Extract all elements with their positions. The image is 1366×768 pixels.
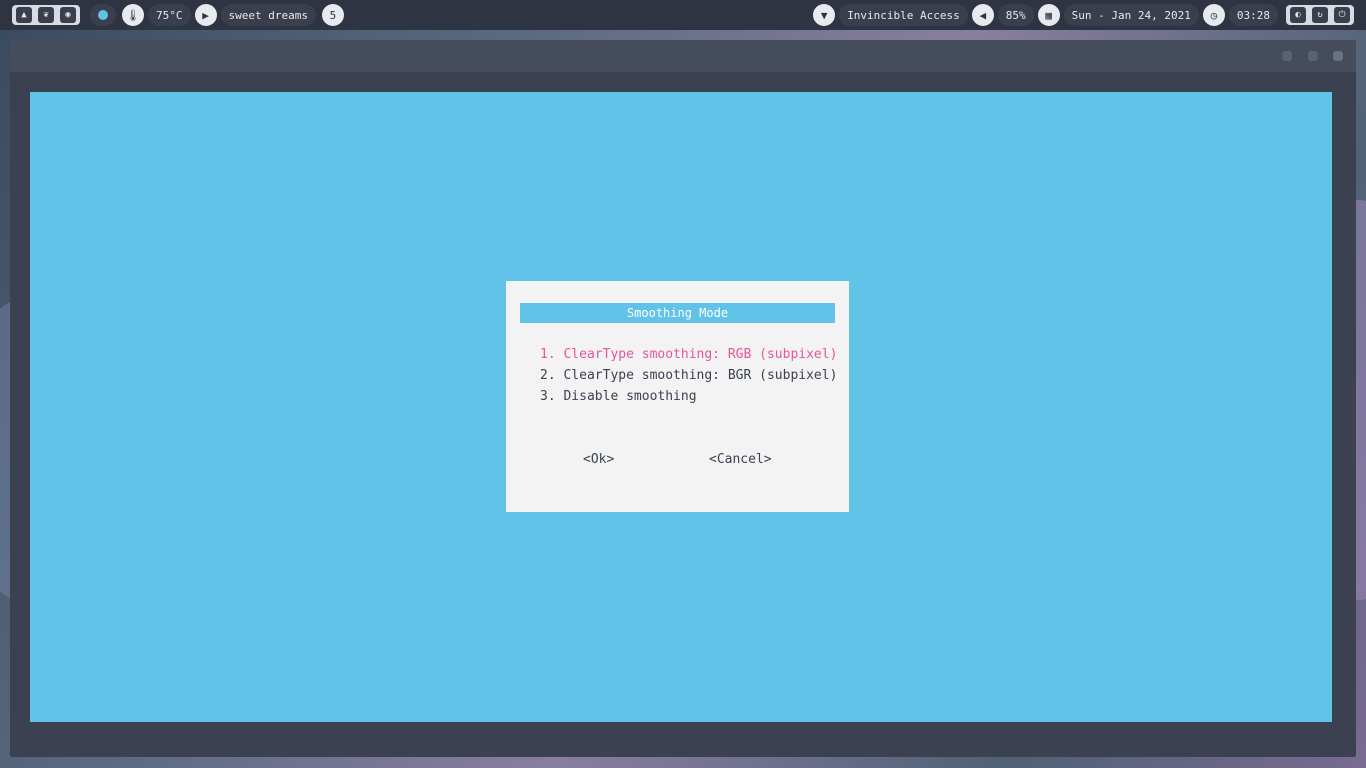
temperature-readout: 75°C: [148, 4, 191, 26]
window-titlebar[interactable]: [10, 40, 1356, 72]
dialog-title: Smoothing Mode: [520, 303, 835, 323]
volume-icon[interactable]: ◀: [971, 4, 994, 26]
option-cleartype-rgb[interactable]: 1. ClearType smoothing: RGB (subpixel): [540, 347, 837, 362]
leaf-icon[interactable]: ❦: [38, 7, 54, 23]
minimize-button[interactable]: [1282, 51, 1292, 61]
ok-button[interactable]: <Ok>: [583, 452, 614, 467]
status-dot-chip[interactable]: [90, 4, 116, 26]
network-name[interactable]: Invincible Access: [839, 4, 968, 26]
clock-icon: ◷: [1202, 4, 1225, 26]
volume-level[interactable]: 85%: [997, 4, 1034, 26]
refresh-icon[interactable]: ↻: [1312, 7, 1328, 23]
power-icon[interactable]: ⏻: [1334, 7, 1350, 23]
option-cleartype-bgr[interactable]: 2. ClearType smoothing: BGR (subpixel): [540, 368, 837, 383]
cancel-button[interactable]: <Cancel>: [709, 452, 772, 467]
toggle-icon[interactable]: ◐: [1290, 7, 1306, 23]
workspace-count-badge[interactable]: 5: [321, 4, 344, 26]
calendar-icon[interactable]: ▦: [1037, 4, 1060, 26]
mountain-icon[interactable]: ▲: [16, 7, 32, 23]
maximize-button[interactable]: [1308, 51, 1318, 61]
terminal-canvas: Smoothing Mode 1. ClearType smoothing: R…: [30, 92, 1332, 722]
smoothing-dialog: Smoothing Mode 1. ClearType smoothing: R…: [506, 281, 849, 512]
status-dot-icon: [98, 10, 108, 20]
play-icon[interactable]: ▶: [194, 4, 217, 26]
top-bar: ▲ ❦ ◉ 🌡 75°C ▶ sweet dreams 5 ▼ Invincib…: [0, 0, 1366, 30]
palette-icon[interactable]: ◉: [60, 7, 76, 23]
option-disable-smoothing[interactable]: 3. Disable smoothing: [540, 389, 697, 404]
system-controls-group: ◐ ↻ ⏻: [1286, 5, 1354, 25]
date-label: Sun - Jan 24, 2021: [1063, 4, 1199, 26]
thermometer-icon: 🌡: [122, 4, 144, 26]
close-button[interactable]: [1333, 51, 1343, 61]
wifi-icon[interactable]: ▼: [813, 4, 836, 26]
launcher-group[interactable]: ▲ ❦ ◉: [12, 5, 80, 25]
terminal-window: Smoothing Mode 1. ClearType smoothing: R…: [10, 40, 1356, 757]
now-playing-label[interactable]: sweet dreams: [220, 4, 316, 26]
time-label: 03:28: [1228, 4, 1278, 26]
